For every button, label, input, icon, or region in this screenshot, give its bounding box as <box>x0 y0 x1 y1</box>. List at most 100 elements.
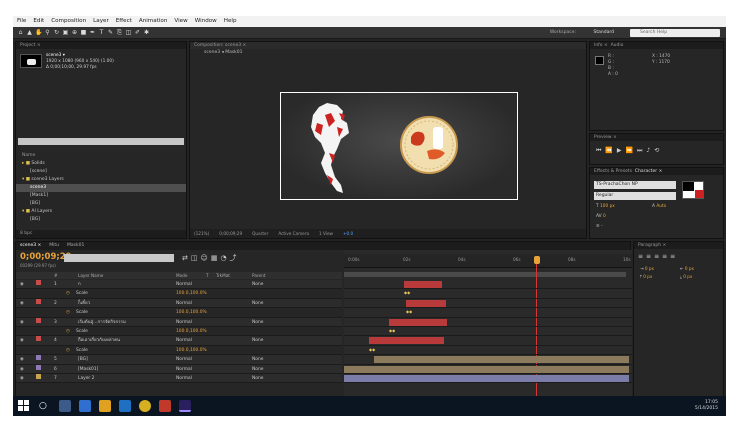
leading-row[interactable]: A Auto <box>652 204 666 209</box>
keyframe-icon[interactable]: ◆◆ <box>369 347 375 352</box>
eye-icon[interactable]: ◉ <box>20 374 24 383</box>
rotate-tool-icon[interactable]: ↻ <box>53 29 60 36</box>
folder-scene3-layers[interactable]: ▾ ■ scene3 Layers <box>16 176 186 184</box>
task-view-icon[interactable] <box>59 400 71 412</box>
layer-duration-bar[interactable] <box>369 337 444 345</box>
align-left-icon[interactable]: ≡ <box>638 253 646 260</box>
font-size-row[interactable]: T 100 px <box>596 204 615 209</box>
menu-composition[interactable]: Composition <box>51 18 86 24</box>
blend-mode-dropdown[interactable]: Normal <box>176 280 192 289</box>
loop-icon[interactable]: ⟲ <box>654 147 663 154</box>
keyframe-icon[interactable]: ◆◆ <box>404 290 410 295</box>
indent-left[interactable]: ⇥ 0 px <box>640 266 654 271</box>
property-row[interactable]: ◷ Scale 100.0,100.0% <box>16 345 342 356</box>
tracking-value[interactable]: 0 <box>603 214 606 219</box>
stopwatch-icon[interactable]: ◷ <box>66 308 70 317</box>
blend-mode-dropdown[interactable]: Normal <box>176 299 192 308</box>
tracking-row[interactable]: AV 0 <box>596 214 606 219</box>
eye-icon[interactable]: ◉ <box>20 365 24 374</box>
col-parent[interactable]: Parent <box>252 272 265 279</box>
eraser-tool-icon[interactable]: ◫ <box>125 29 132 36</box>
space-before[interactable]: ⤒ 0 px <box>640 274 652 279</box>
first-frame-icon[interactable]: ⏮ <box>596 147 605 154</box>
magnification-dropdown[interactable]: (121%) <box>194 231 209 236</box>
stopwatch-icon[interactable]: ◷ <box>66 289 70 298</box>
audio-tab[interactable]: Audio <box>611 43 624 48</box>
info-tab[interactable]: Info × <box>594 43 608 48</box>
rectangle-tool-icon[interactable]: ■ <box>80 29 87 36</box>
layer-name[interactable]: [BG] <box>78 355 88 364</box>
label-color-swatch[interactable] <box>36 317 41 323</box>
menu-effect[interactable]: Effect <box>116 18 132 24</box>
hand-tool-icon[interactable]: ✋ <box>35 29 42 36</box>
table-row[interactable]: ◉ 6 [Mask01] Normal None <box>16 364 342 374</box>
table-row[interactable]: ◉ 4 ถือเอาเกี่ยวกับเหล่าคน Normal None <box>16 336 342 346</box>
workspace-dropdown[interactable]: Standard <box>594 30 614 35</box>
layer-name[interactable]: เริ่มต้นสู่...การจัดกิจกรรม <box>78 318 126 327</box>
name-column-header[interactable]: Name <box>16 152 186 160</box>
indent-right[interactable]: ⇤ 0 px <box>680 266 694 271</box>
menu-animation[interactable]: Animation <box>139 18 168 24</box>
table-row[interactable]: ◉ 2 ก็เดี๋ยว Normal None <box>16 298 342 309</box>
work-area-bar[interactable] <box>344 272 626 277</box>
layer-duration-bar[interactable] <box>344 365 629 373</box>
stroke-value[interactable]: - <box>601 224 603 229</box>
label-color-swatch[interactable] <box>36 364 41 370</box>
parent-dropdown[interactable]: None <box>252 374 263 383</box>
blend-mode-dropdown[interactable]: Normal <box>176 336 192 345</box>
timeline-graph-area[interactable]: 0:00s 02s 04s 06s 08s 10s ◆◆ ◆◆ ◆◆ ◆◆ <box>344 250 632 414</box>
justify-icon[interactable]: ≡ <box>662 253 670 260</box>
edge-browser-icon[interactable] <box>79 400 91 412</box>
label-color-swatch[interactable] <box>36 336 41 342</box>
pen-tool-icon[interactable]: ✒ <box>89 29 96 36</box>
label-color-swatch[interactable] <box>36 298 41 304</box>
brush-tool-icon[interactable]: ✎ <box>107 29 114 36</box>
list-item[interactable]: [scene] <box>16 168 186 176</box>
blend-mode-dropdown[interactable]: Normal <box>176 374 192 383</box>
layer-duration-bar[interactable] <box>406 299 446 307</box>
col-trkmat[interactable]: TrkMat <box>216 272 230 279</box>
scale-value[interactable]: 100.0,100.0% <box>176 327 207 336</box>
character-tab[interactable]: Character × <box>635 169 662 174</box>
keyframe-icon[interactable]: ◆◆ <box>406 309 412 314</box>
breadcrumb[interactable]: scene3 ◂ Mask01 <box>190 49 586 57</box>
project-tab[interactable]: Project × <box>16 42 186 49</box>
home-icon[interactable]: ⌂ <box>17 29 24 36</box>
powerpoint-icon[interactable] <box>159 400 171 412</box>
chrome-icon[interactable] <box>139 400 151 412</box>
keyframe-icon[interactable]: ◆◆ <box>389 328 395 333</box>
menu-edit[interactable]: Edit <box>33 18 44 24</box>
search-icon[interactable]: ○ <box>39 400 51 412</box>
scale-value[interactable]: 100.0,100.0% <box>176 289 207 298</box>
comp-mini-flowchart-icon[interactable]: ⇄ <box>182 254 191 262</box>
leading-value[interactable]: Auto <box>656 204 666 209</box>
layer-name[interactable]: ก <box>78 280 81 289</box>
align-center-icon[interactable]: ≡ <box>646 253 654 260</box>
scale-value[interactable]: 100.0,100.0% <box>176 346 207 355</box>
layer-name[interactable]: [Mask01] <box>78 365 98 374</box>
parent-dropdown[interactable]: None <box>252 299 263 308</box>
layer-duration-bar[interactable] <box>404 281 442 288</box>
menu-help[interactable]: Help <box>224 18 237 24</box>
previous-frame-icon[interactable]: ⏪ <box>605 147 616 154</box>
property-row[interactable]: ◷ Scale 100.0,100.0% <box>16 308 342 318</box>
camera-dropdown[interactable]: Active Camera <box>278 231 309 236</box>
effects-presets-tab[interactable]: Effects & Presets <box>594 169 632 174</box>
motion-blur-icon[interactable]: ◔ <box>220 254 229 262</box>
camera-tool-icon[interactable]: ▣ <box>62 29 69 36</box>
resolution-dropdown[interactable]: Quarter <box>252 231 268 236</box>
label-color-swatch[interactable] <box>36 280 41 285</box>
graph-editor-icon[interactable]: ⤴ <box>230 254 240 262</box>
eye-icon[interactable]: ◉ <box>20 355 24 364</box>
list-item[interactable]: [Mask1] <box>16 192 186 200</box>
folder-ai-layers[interactable]: ▾ ■ AI Layers <box>16 208 186 216</box>
exposure-value[interactable]: +0.0 <box>343 231 353 236</box>
eye-icon[interactable]: ◉ <box>20 280 24 289</box>
font-style-dropdown[interactable]: Regular <box>594 192 676 200</box>
search-help-input[interactable]: Search Help <box>630 29 720 37</box>
parent-dropdown[interactable]: None <box>252 355 263 364</box>
table-row[interactable]: ◉ 1 ก Normal None <box>16 280 342 290</box>
puppet-tool-icon[interactable]: ✱ <box>143 29 150 36</box>
stopwatch-icon[interactable]: ◷ <box>66 327 70 336</box>
menu-view[interactable]: View <box>174 18 187 24</box>
